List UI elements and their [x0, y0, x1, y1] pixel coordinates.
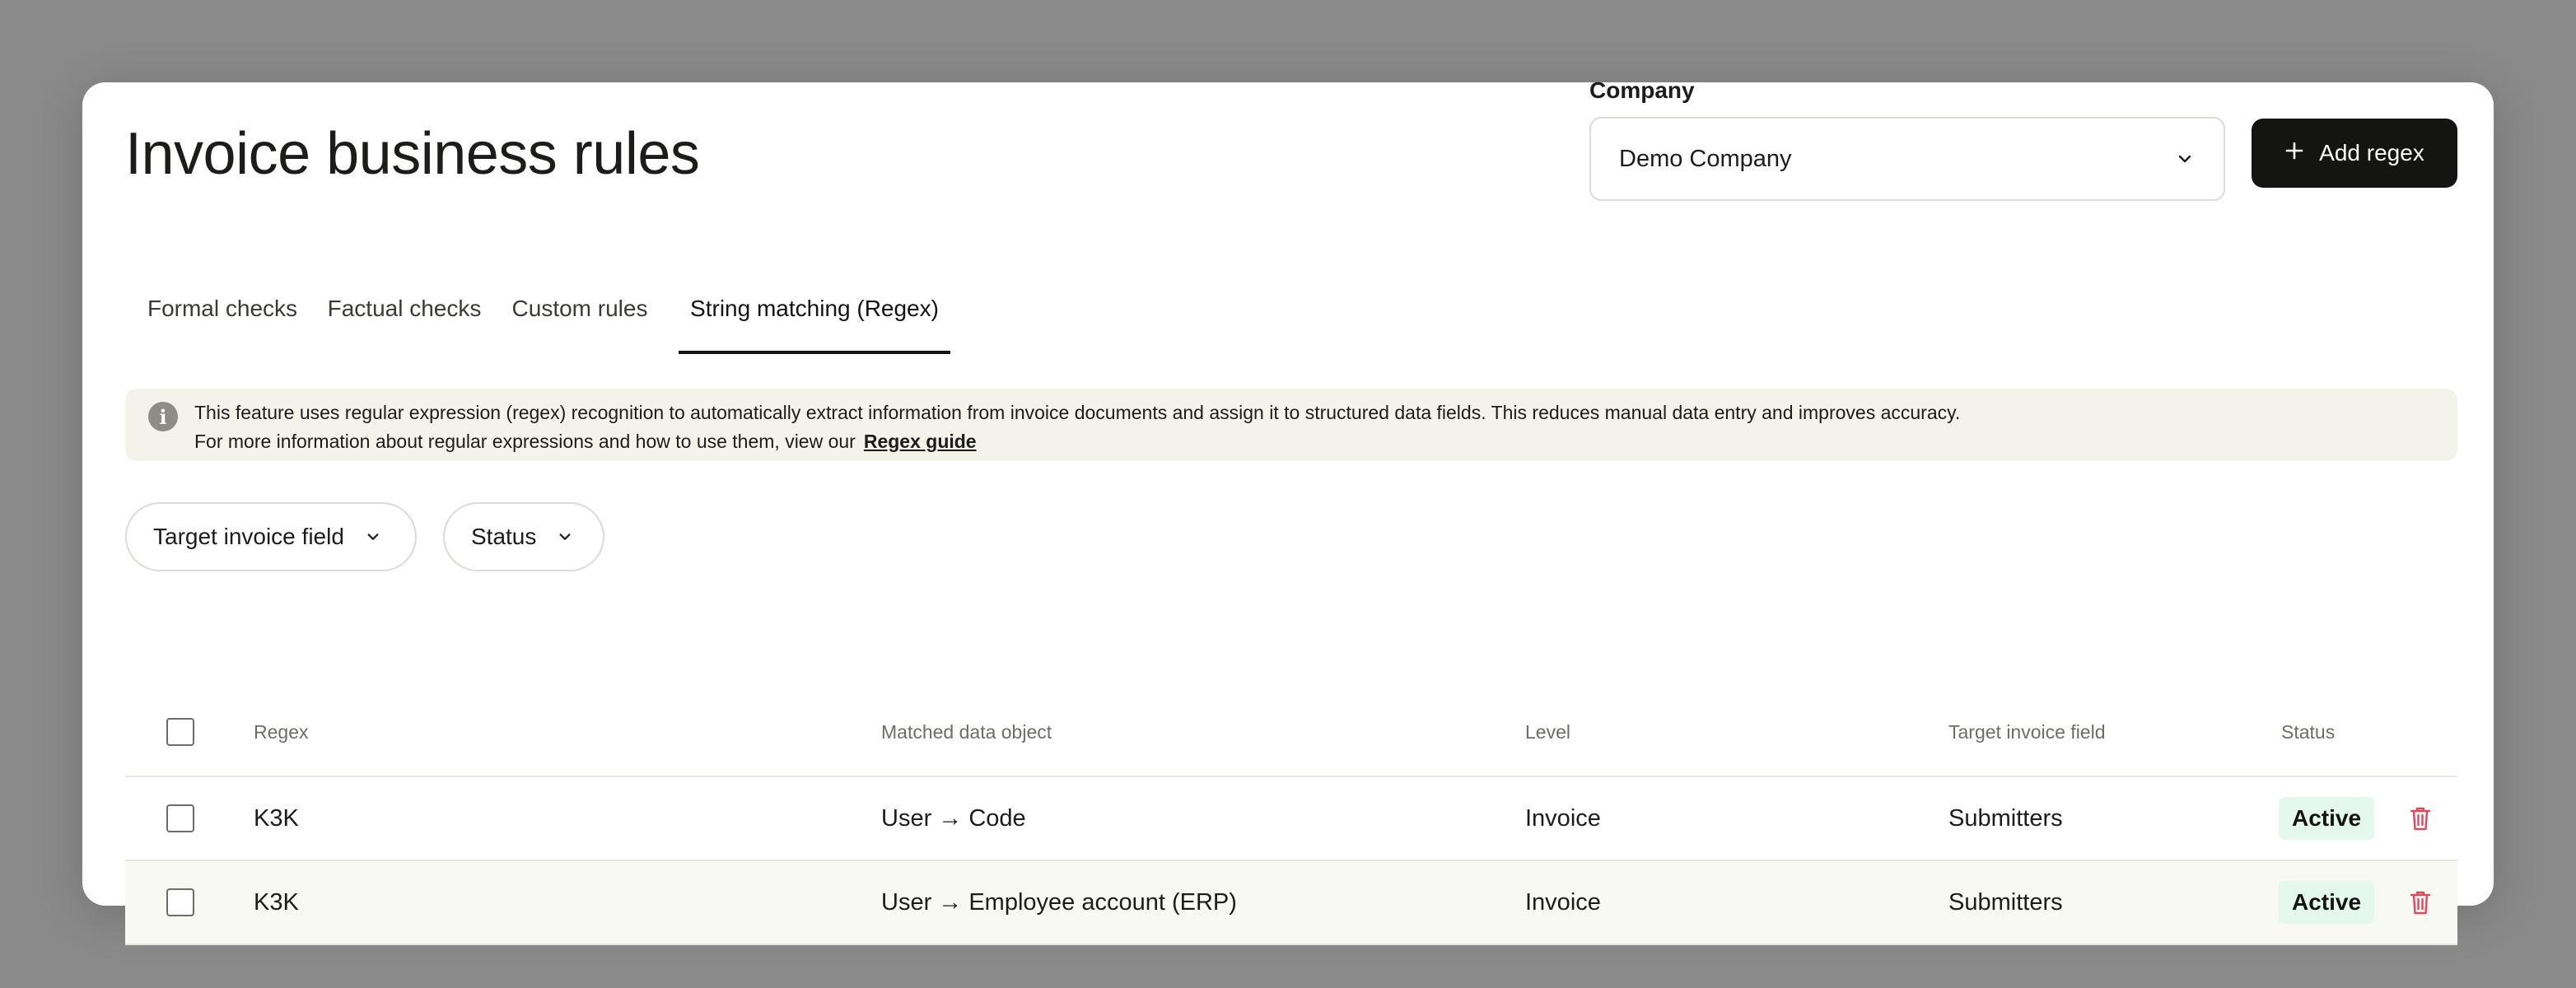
column-regex: Regex	[254, 720, 309, 743]
table-row[interactable]: K3K User → Employee account (ERP) Invoic…	[125, 861, 2457, 945]
rules-card: Invoice business rules Company Demo Comp…	[82, 77, 2494, 945]
row-checkbox[interactable]	[166, 804, 194, 832]
chevron-down-icon	[554, 526, 576, 548]
rule-tabs: Formal checks Factual checks Custom rule…	[125, 263, 2457, 354]
row-checkbox[interactable]	[166, 888, 194, 916]
column-target-invoice-field: Target invoice field	[1948, 720, 2106, 743]
table-header: Regex Matched data object Level Target i…	[125, 687, 2457, 777]
tab-string-matching[interactable]: String matching (Regex)	[679, 263, 950, 354]
company-label: Company	[1589, 77, 1695, 103]
info-text-line1: This feature uses regular expression (re…	[194, 402, 1961, 423]
cell-matched-data-object: User → Employee account (ERP)	[881, 888, 1237, 916]
filter-target-invoice-field[interactable]: Target invoice field	[125, 502, 417, 571]
cell-regex: K3K	[254, 888, 299, 916]
cell-level: Invoice	[1525, 804, 1601, 832]
cell-matched-data-object: User → Code	[881, 804, 1026, 832]
info-text-line2: For more information about regular expre…	[194, 427, 2434, 456]
column-status: Status	[2281, 720, 2336, 743]
filter-status-label: Status	[471, 524, 537, 549]
table-row[interactable]: K3K User → Code Invoice Submitters Activ…	[125, 777, 2457, 861]
info-text-line2-prefix: For more information about regular expre…	[194, 431, 856, 452]
company-select-value: Demo Company	[1619, 145, 1792, 172]
cell-level: Invoice	[1525, 888, 1601, 916]
page-title: Invoice business rules	[125, 121, 700, 187]
tab-custom-rules[interactable]: Custom rules	[506, 263, 654, 354]
filter-target-label: Target invoice field	[153, 524, 344, 549]
tab-formal-checks[interactable]: Formal checks	[140, 263, 305, 354]
cell-target-invoice-field: Submitters	[1948, 804, 2063, 832]
add-regex-button[interactable]: Add regex	[2252, 119, 2457, 188]
tab-factual-checks[interactable]: Factual checks	[320, 263, 489, 354]
chevron-down-icon	[362, 526, 384, 548]
company-select[interactable]: Demo Company	[1589, 117, 2225, 201]
column-matched-data-object: Matched data object	[881, 720, 1052, 743]
info-icon: i	[148, 402, 178, 431]
cell-regex: K3K	[254, 804, 299, 832]
filter-status[interactable]: Status	[443, 502, 604, 571]
regex-table: Regex Matched data object Level Target i…	[125, 687, 2457, 945]
cell-target-invoice-field: Submitters	[1948, 888, 2063, 916]
select-all-checkbox[interactable]	[166, 718, 194, 746]
info-banner: i This feature uses regular expression (…	[125, 389, 2457, 461]
plus-icon	[2284, 140, 2304, 166]
status-badge: Active	[2279, 881, 2375, 924]
regex-guide-link[interactable]: Regex guide	[864, 431, 977, 452]
add-regex-label: Add regex	[2319, 140, 2424, 165]
trash-icon[interactable]	[2402, 800, 2438, 837]
column-level: Level	[1525, 720, 1570, 743]
trash-icon[interactable]	[2402, 884, 2438, 920]
chevron-down-icon	[2174, 148, 2196, 170]
status-badge: Active	[2279, 797, 2375, 840]
